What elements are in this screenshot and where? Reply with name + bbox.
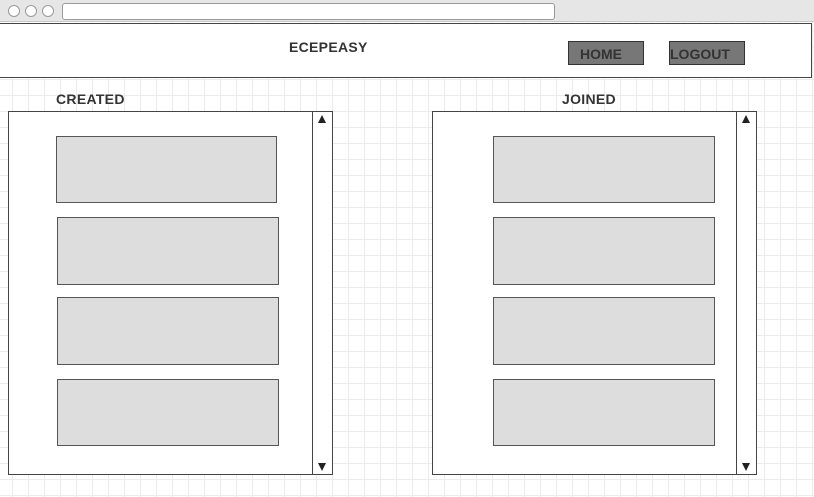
joined-scrollbar[interactable] bbox=[736, 112, 756, 474]
app-header: ECEPEASY HOME LOGOUT bbox=[0, 23, 812, 78]
browser-toolbar bbox=[0, 0, 814, 22]
scroll-up-arrow-icon[interactable] bbox=[742, 115, 750, 123]
scroll-up-arrow-icon[interactable] bbox=[318, 115, 326, 123]
address-bar[interactable] bbox=[62, 3, 555, 20]
joined-card-1[interactable] bbox=[493, 136, 715, 203]
joined-card-3[interactable] bbox=[493, 297, 715, 365]
scroll-down-arrow-icon[interactable] bbox=[742, 463, 750, 471]
window-close-control[interactable] bbox=[8, 5, 20, 17]
logout-button[interactable]: LOGOUT bbox=[669, 41, 745, 65]
created-scrollbar[interactable] bbox=[312, 112, 332, 474]
home-button[interactable]: HOME bbox=[568, 41, 644, 65]
joined-card-2[interactable] bbox=[493, 217, 715, 285]
created-card-1[interactable] bbox=[56, 136, 277, 203]
scroll-down-arrow-icon[interactable] bbox=[318, 463, 326, 471]
brand-title: ECEPEASY bbox=[289, 39, 368, 55]
joined-panel bbox=[432, 111, 757, 475]
created-section-label: CREATED bbox=[56, 91, 125, 107]
window-minimize-control[interactable] bbox=[25, 5, 37, 17]
joined-section-label: JOINED bbox=[562, 91, 616, 107]
created-card-3[interactable] bbox=[57, 297, 279, 365]
created-card-4[interactable] bbox=[57, 379, 279, 446]
window-maximize-control[interactable] bbox=[42, 5, 54, 17]
joined-card-4[interactable] bbox=[493, 379, 715, 446]
created-card-2[interactable] bbox=[57, 217, 279, 285]
created-panel bbox=[8, 111, 333, 475]
